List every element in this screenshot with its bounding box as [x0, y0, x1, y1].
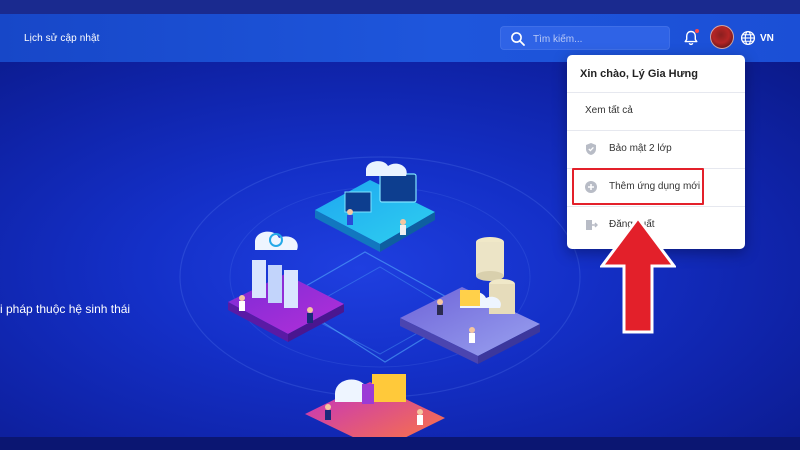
nav-link-update-history[interactable]: Lịch sử cập nhật: [24, 33, 100, 45]
menu-item-label: Xem tất cả: [585, 105, 633, 116]
avatar[interactable]: [710, 25, 734, 49]
language-switcher[interactable]: VN: [740, 29, 774, 47]
shield-icon: [586, 143, 596, 155]
highlight-box: [572, 168, 704, 205]
notification-dot: [695, 29, 699, 33]
hero-tagline: i pháp thuộc hệ sinh thái: [0, 302, 131, 316]
globe-icon: [740, 30, 756, 46]
search-icon: [511, 32, 525, 46]
top-strip: [0, 0, 800, 14]
search-box[interactable]: [500, 26, 670, 50]
menu-item-label: Bảo mật 2 lớp: [609, 143, 672, 154]
language-label: VN: [760, 32, 774, 44]
menu-item-two-factor[interactable]: Bảo mật 2 lớp: [567, 131, 745, 167]
search-input[interactable]: [531, 29, 667, 49]
logout-icon: [586, 220, 598, 230]
menu-item-view-all[interactable]: Xem tất cả: [567, 93, 745, 129]
dropdown-greeting: Xin chào, Lý Gia Hưng: [580, 68, 698, 80]
arrow-up-icon: [600, 216, 676, 334]
bottom-strip: [0, 437, 800, 450]
